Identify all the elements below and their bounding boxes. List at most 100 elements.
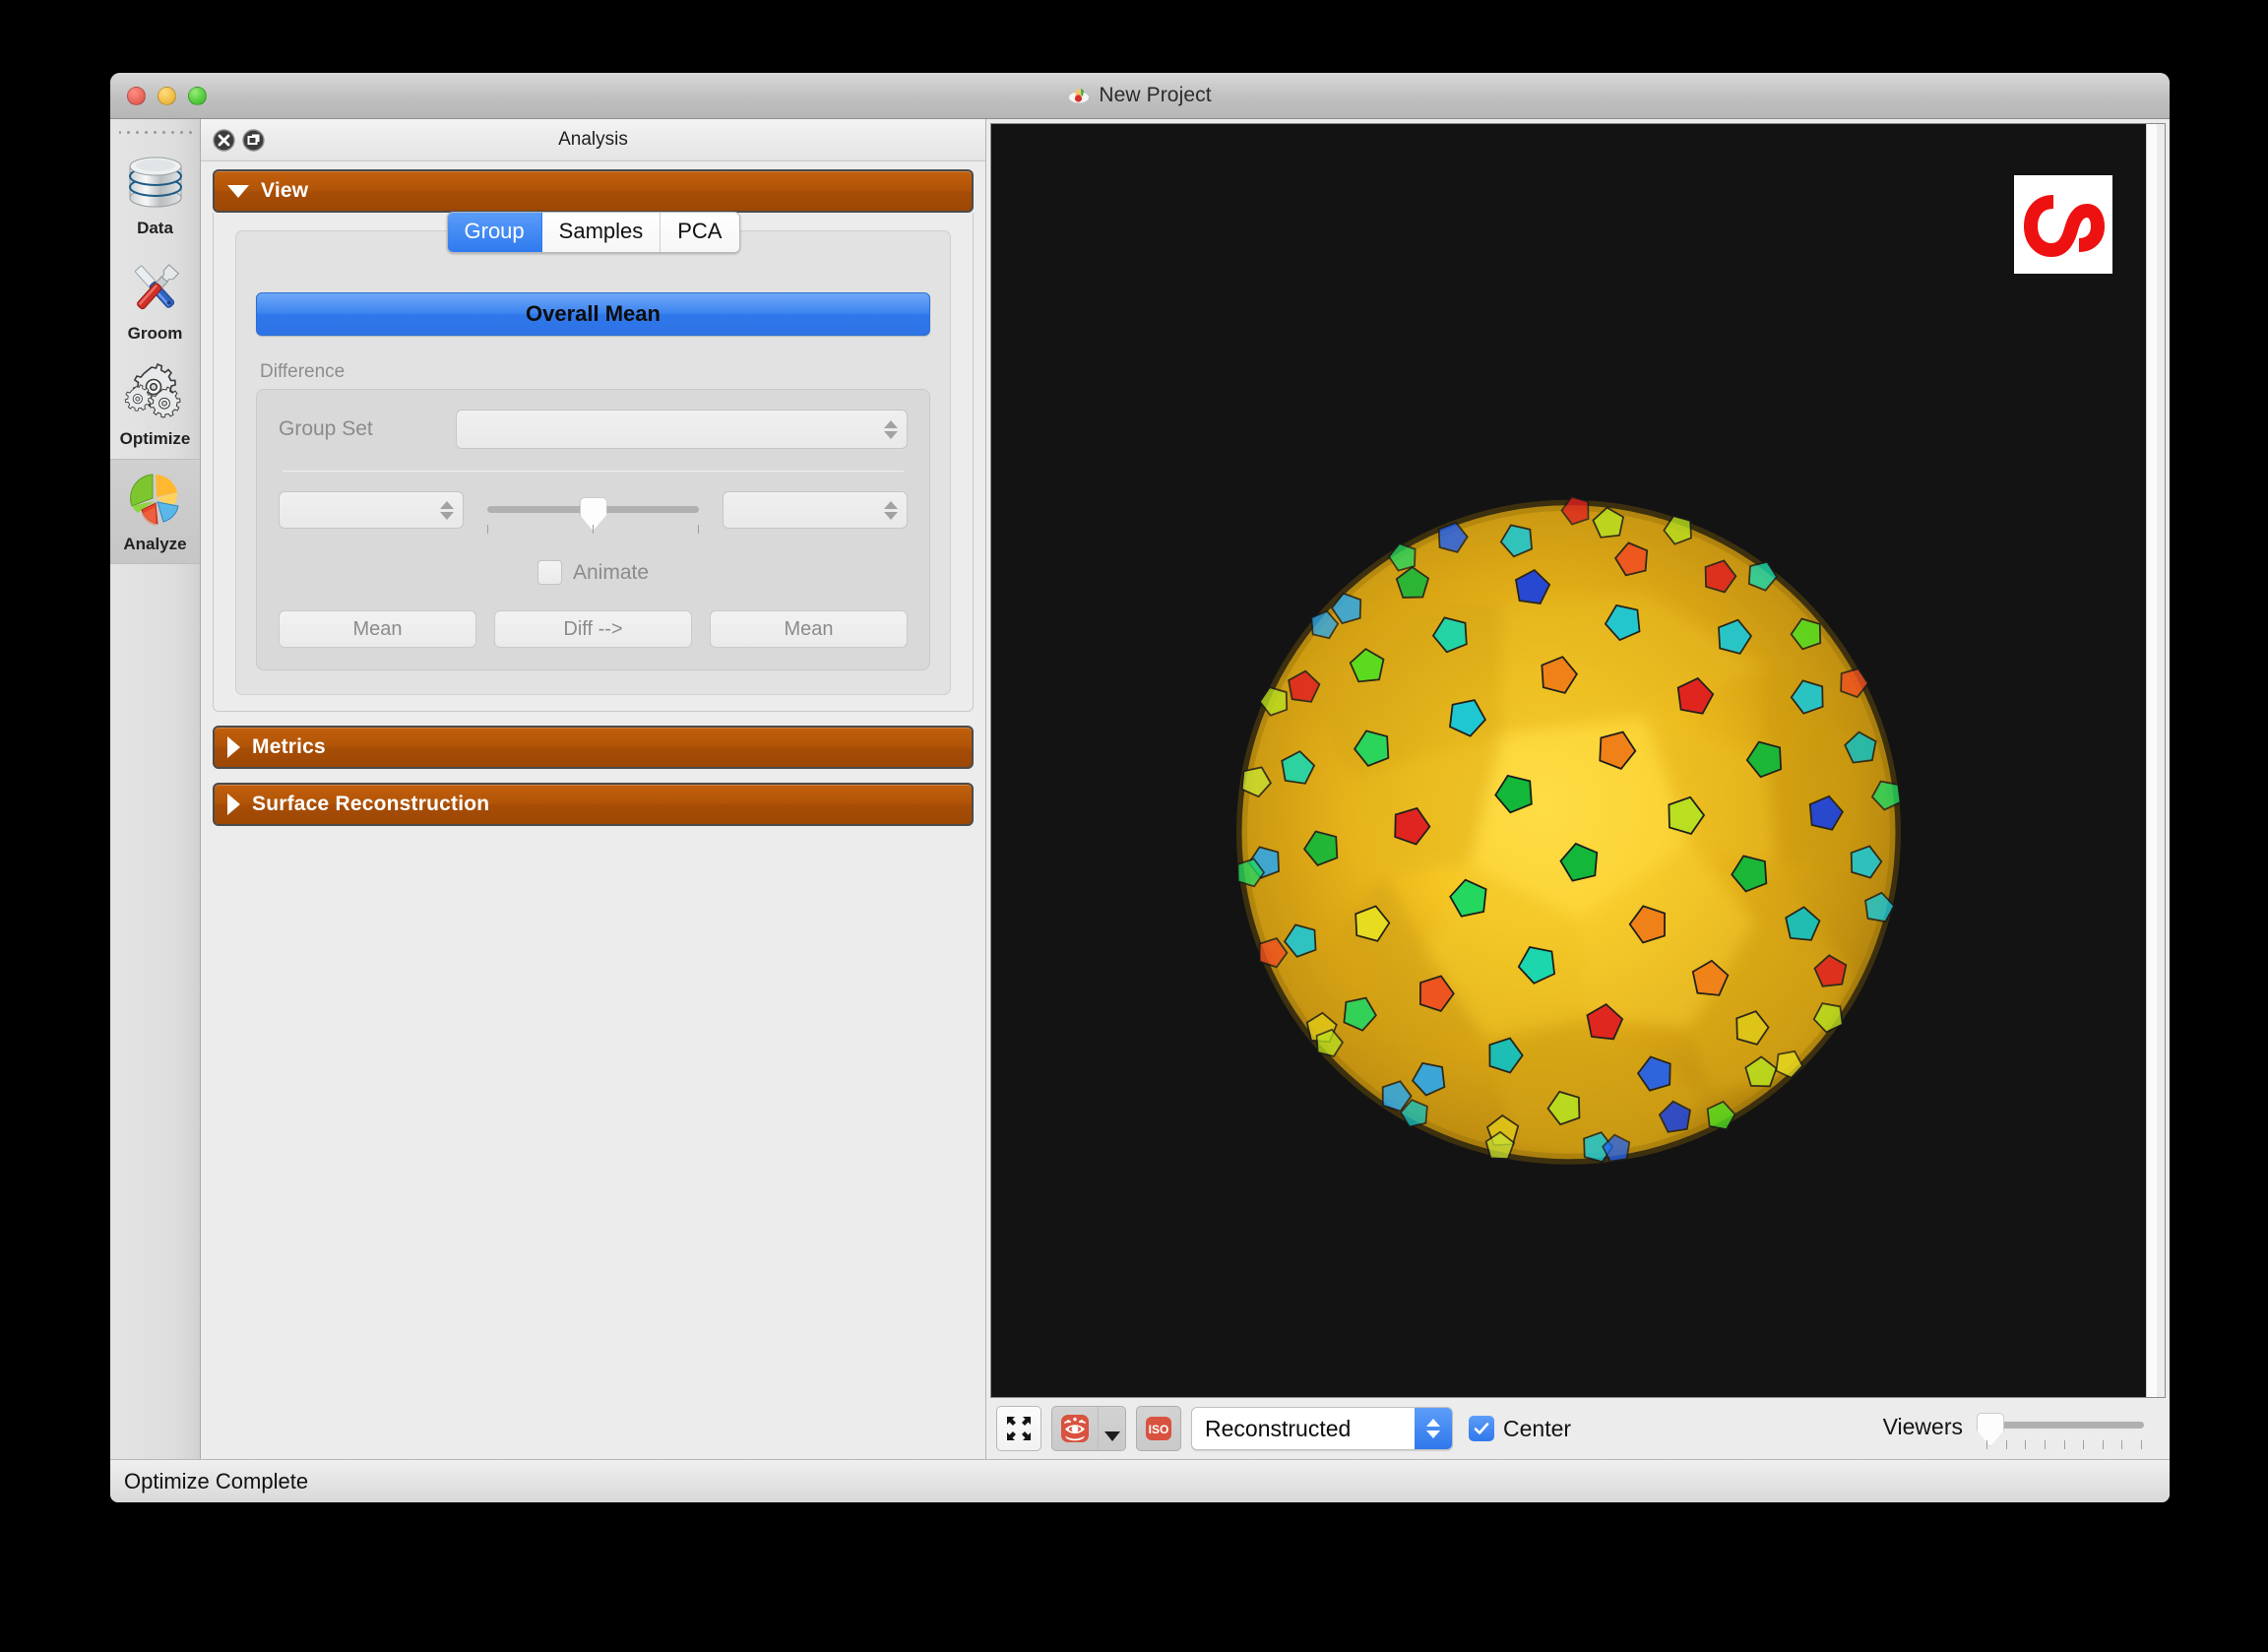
chevron-down-icon (1426, 1430, 1440, 1438)
chevron-up-icon (884, 500, 898, 509)
sidebar-item-data-label: Data (137, 219, 173, 237)
sidebar-item-analyze[interactable]: Analyze (110, 459, 200, 564)
chevron-down-icon (227, 184, 249, 198)
viewers-group: Viewers (1883, 1407, 2160, 1450)
difference-legend: Difference (260, 361, 346, 382)
animate-checkbox[interactable] (536, 560, 562, 585)
difference-buttons: Mean Diff --> Mean (279, 610, 908, 648)
chevron-right-icon (227, 794, 240, 815)
viewers-slider-track (1984, 1422, 2144, 1429)
difference-divider (283, 471, 904, 472)
sidebar-item-analyze-label: Analyze (123, 535, 187, 553)
close-window-button[interactable] (127, 86, 146, 105)
dock-buttons (201, 128, 265, 152)
center-checkbox[interactable] (1469, 1416, 1494, 1441)
tool-sidebar: Data Groom Optimize Analyze (110, 119, 201, 1459)
tools-icon (134, 264, 179, 310)
sidebar-drag-handle[interactable] (118, 125, 192, 139)
viewers-slider-ticks (1986, 1440, 2142, 1449)
iso-view-icon: ISO (1146, 1417, 1171, 1440)
section-header-view[interactable]: View (213, 169, 974, 213)
sidebar-item-groom-label: Groom (127, 324, 183, 343)
analysis-panel-titlebar: Analysis (201, 119, 985, 161)
group-set-label: Group Set (279, 417, 373, 440)
diff-button[interactable]: Diff --> (494, 610, 692, 648)
animate-label: Animate (572, 560, 650, 584)
section-header-view-label: View (261, 179, 309, 202)
section-header-metrics[interactable]: Metrics (213, 726, 974, 769)
viewer-toolbar: ISO Reconstructed Center Viewers (990, 1398, 2166, 1459)
chevron-down-icon (1103, 1431, 1120, 1441)
group-right-combo[interactable] (723, 491, 908, 529)
gears-icon (124, 362, 180, 418)
render-wrap (990, 123, 2166, 1398)
display-mode-stepper[interactable] (1415, 1408, 1452, 1449)
viewers-label: Viewers (1882, 1414, 1963, 1439)
window-title: New Project (1099, 84, 1212, 106)
mean-right-button[interactable]: Mean (710, 610, 908, 648)
group-left-stepper[interactable] (440, 500, 454, 520)
iso-view-button[interactable]: ISO (1136, 1406, 1181, 1451)
sidebar-item-data[interactable]: Data (110, 143, 200, 248)
group-right-stepper[interactable] (884, 500, 898, 520)
status-message: Optimize Complete (124, 1468, 309, 1493)
difference-slider-ticks (487, 525, 699, 534)
display-mode-combo[interactable]: Reconstructed (1191, 1407, 1453, 1450)
group-set-row: Group Set (279, 410, 908, 449)
checkmark-icon (1474, 1423, 1489, 1434)
render-view[interactable] (991, 124, 2146, 1397)
tab-samples[interactable]: Samples (541, 213, 662, 252)
sidebar-item-optimize[interactable]: Optimize (110, 353, 200, 459)
tab-pca[interactable]: PCA (661, 213, 739, 252)
chevron-down-icon (884, 511, 898, 520)
section-header-surface-reconstruction[interactable]: Surface Reconstruction (213, 783, 974, 826)
view-section-body: Group Samples PCA Overall Mean Differenc… (213, 212, 974, 712)
section-header-metrics-label: Metrics (252, 735, 326, 758)
window-title-bar: New Project (110, 73, 2170, 119)
visibility-dropdown-button[interactable] (1098, 1407, 1125, 1450)
application-window: New Project Data Groom Optimize Analyze … (110, 73, 2170, 1502)
shape-model-render[interactable] (991, 124, 2146, 1397)
chevron-up-icon (884, 419, 898, 428)
database-icon (128, 157, 182, 208)
sidebar-item-optimize-label: Optimize (119, 429, 191, 448)
chevron-down-icon (884, 430, 898, 439)
viewer-area: ISO Reconstructed Center Viewers (986, 119, 2170, 1459)
analysis-panel-filler (213, 826, 974, 1459)
traffic-lights (110, 86, 207, 105)
pie-chart-icon (129, 474, 179, 526)
visibility-split-button (1051, 1406, 1126, 1451)
chevron-up-icon (440, 500, 454, 509)
analysis-panel-title: Analysis (558, 129, 628, 150)
chevron-up-icon (1426, 1419, 1440, 1427)
group-set-stepper[interactable] (884, 419, 898, 439)
close-circle-icon[interactable] (213, 128, 235, 152)
overall-mean-button[interactable]: Overall Mean (256, 292, 930, 336)
chevron-down-icon (440, 511, 454, 520)
zoom-to-fit-button[interactable] (996, 1406, 1041, 1451)
sidebar-item-groom[interactable]: Groom (110, 248, 200, 353)
show-particles-button[interactable] (1052, 1407, 1098, 1450)
view-mode-tabs-wrap: Group Samples PCA (236, 212, 950, 253)
analysis-panel: Analysis View Group Samples PCA Overall … (201, 119, 986, 1459)
zoom-window-button[interactable] (188, 86, 207, 105)
undock-icon[interactable] (242, 128, 265, 152)
window-title-center: New Project (110, 84, 2170, 107)
display-mode-value: Reconstructed (1205, 1415, 1352, 1441)
render-vertical-scrollbar[interactable] (2146, 124, 2165, 1397)
window-body: Data Groom Optimize Analyze Analysis Vie… (110, 119, 2170, 1459)
center-checkbox-wrap: Center (1469, 1416, 1571, 1442)
minimize-window-button[interactable] (158, 86, 176, 105)
viewers-slider[interactable] (1977, 1407, 2146, 1450)
view-mode-tabs: Group Samples PCA (446, 212, 740, 253)
chevron-right-icon (227, 736, 240, 758)
view-group-box: Group Samples PCA Overall Mean Differenc… (235, 212, 951, 695)
group-set-combo[interactable] (456, 410, 908, 449)
mean-left-button[interactable]: Mean (279, 610, 476, 648)
group-left-combo[interactable] (279, 491, 464, 529)
status-bar: Optimize Complete (110, 1459, 2170, 1502)
difference-slider[interactable] (483, 491, 703, 535)
tab-group[interactable]: Group (447, 213, 542, 252)
